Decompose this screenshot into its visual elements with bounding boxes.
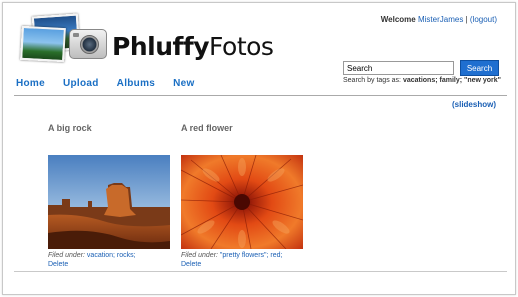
search-hint-prefix: Search by tags as: — [343, 77, 401, 84]
rock-landscape-image — [48, 155, 170, 249]
delete-link[interactable]: Delete — [48, 261, 68, 268]
search-hint: Search by tags as: vacations; family; "n… — [343, 77, 501, 84]
nav-albums[interactable]: Albums — [117, 78, 155, 89]
slideshow-link[interactable]: (slideshow) — [452, 100, 496, 109]
brand-light: Fotos — [209, 32, 274, 61]
app-window: PhluffyFotos Welcome MisterJames | (logo… — [2, 2, 516, 295]
separator: | — [465, 15, 468, 24]
search-hint-examples: vacations; family; "new york" — [402, 77, 501, 84]
header-divider — [14, 95, 507, 96]
brand-bold: Phluffy — [112, 32, 210, 61]
photo-tags-link[interactable]: "pretty flowers"; red; — [220, 252, 283, 259]
username-link[interactable]: MisterJames — [418, 15, 463, 24]
filed-under-label: Filed under: — [181, 252, 218, 259]
welcome-bar: Welcome MisterJames | (logout) — [381, 15, 497, 24]
photo-title: A big rock — [48, 123, 92, 133]
photo-card: A big rock Filed under: vacation; rocks;… — [48, 123, 172, 269]
photo-title: A red flower — [181, 123, 233, 133]
photo-thumbnail[interactable] — [181, 155, 303, 249]
search-button[interactable]: Search — [460, 60, 499, 76]
camera-lens — [80, 35, 99, 54]
site-logo-text[interactable]: PhluffyFotos — [112, 32, 274, 61]
camera-flash — [73, 33, 79, 37]
nav-upload[interactable]: Upload — [63, 78, 99, 89]
photo-meta: Filed under: vacation; rocks; Delete — [48, 251, 172, 269]
nav-home[interactable]: Home — [16, 78, 45, 89]
welcome-label: Welcome — [380, 15, 416, 24]
logout-link[interactable]: (logout) — [470, 15, 497, 24]
filed-under-label: Filed under: — [48, 252, 85, 259]
red-flower-image — [181, 155, 303, 249]
footer-divider — [14, 271, 507, 272]
site-header: PhluffyFotos Welcome MisterJames | (logo… — [3, 3, 515, 97]
nav-new[interactable]: New — [173, 78, 194, 89]
camera-icon — [69, 29, 107, 59]
photo-print-icon — [20, 25, 66, 63]
photo-thumbnail[interactable] — [48, 155, 170, 249]
delete-link[interactable]: Delete — [181, 261, 201, 268]
photo-meta: Filed under: "pretty flowers"; red; Dele… — [181, 251, 305, 269]
logo-camera-photos-icon — [19, 13, 111, 69]
main-nav: Home Upload Albums New — [16, 78, 213, 89]
search-input[interactable] — [343, 61, 454, 75]
photo-tags-link[interactable]: vacation; rocks; — [87, 252, 136, 259]
photo-card: A red flower Filed under: "pretty flower… — [181, 123, 305, 269]
